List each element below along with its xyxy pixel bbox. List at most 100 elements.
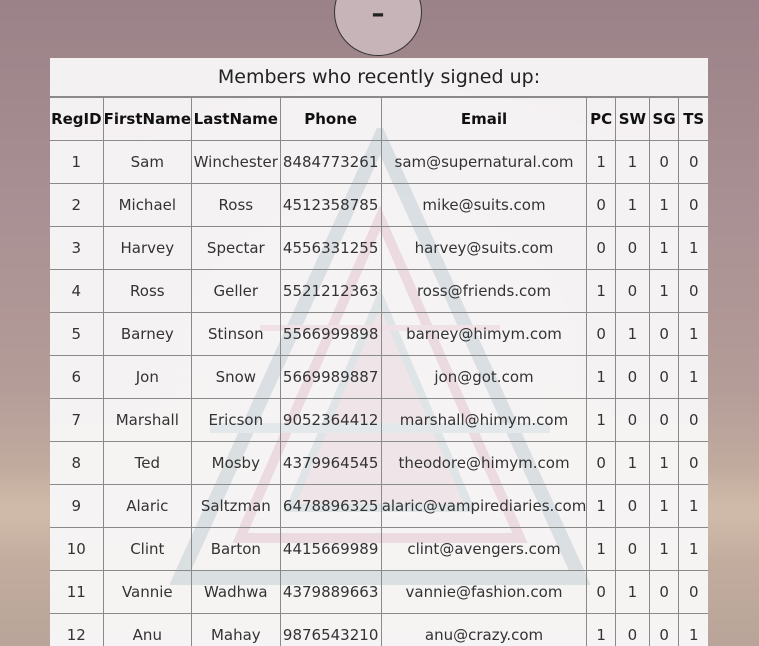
cell-sg: 1 [648, 183, 680, 227]
cell-sg: 1 [648, 484, 680, 528]
table-row: 5 Barney Stinson 5566999898 barney@himym.com… [50, 312, 708, 356]
cell-ts: 1 [678, 613, 708, 646]
collapse-button[interactable]: – [334, 0, 422, 56]
cell-phone: 6478896325 [279, 484, 382, 528]
cell-email: mike@suits.com [380, 183, 588, 227]
cell-firstname: Jon [102, 355, 193, 399]
cell-pc: 1 [586, 355, 616, 399]
table-row: 2 Michael Ross 4512358785 mike@suits.com 0 1 1 0 [50, 183, 708, 227]
cell-sw: 1 [615, 140, 650, 184]
cell-ts: 1 [678, 527, 708, 571]
cell-lastname: Barton [191, 527, 281, 571]
table-row: 8 Ted Mosby 4379964545 theodore@himym.com 0 1 1… [50, 441, 708, 485]
cell-regid: 1 [50, 140, 104, 184]
column-header-sg: SG [648, 97, 680, 141]
column-header-regid: RegID [50, 97, 104, 141]
cell-ts: 1 [678, 226, 708, 270]
column-header-pc: PC [586, 97, 616, 141]
cell-pc: 1 [586, 484, 616, 528]
cell-regid: 9 [50, 484, 104, 528]
cell-ts: 0 [678, 570, 708, 614]
cell-phone: 9052364412 [279, 398, 382, 442]
cell-regid: 8 [50, 441, 104, 485]
cell-ts: 0 [678, 140, 708, 184]
cell-lastname: Spectar [191, 226, 281, 270]
cell-sg: 1 [648, 226, 680, 270]
cell-sg: 1 [648, 269, 680, 313]
table-title: Members who recently signed up: [50, 58, 708, 97]
cell-sg: 0 [648, 570, 680, 614]
cell-ts: 0 [678, 398, 708, 442]
cell-email: barney@himym.com [380, 312, 588, 356]
cell-phone: 5521212363 [279, 269, 382, 313]
cell-phone: 4512358785 [279, 183, 382, 227]
cell-firstname: Clint [102, 527, 193, 571]
table-row: 11 Vannie Wadhwa 4379889663 vannie@fashion.c… [50, 570, 708, 614]
cell-firstname: Harvey [102, 226, 193, 270]
cell-lastname: Geller [191, 269, 281, 313]
column-header-sw: SW [615, 97, 650, 141]
cell-sw: 1 [615, 570, 650, 614]
cell-email: marshall@himym.com [380, 398, 588, 442]
cell-sg: 1 [648, 527, 680, 571]
table-row: 10 Clint Barton 4415669989 clint@avengers.co… [50, 527, 708, 571]
cell-sw: 1 [615, 441, 650, 485]
cell-phone: 9876543210 [279, 613, 382, 646]
cell-regid: 2 [50, 183, 104, 227]
cell-phone: 4415669989 [279, 527, 382, 571]
cell-email: sam@supernatural.com [380, 140, 588, 184]
cell-sw: 0 [615, 484, 650, 528]
cell-phone: 4379889663 [279, 570, 382, 614]
cell-sw: 0 [615, 398, 650, 442]
table-row: 9 Alaric Saltzman 6478896325 alaric@vampired… [50, 484, 708, 528]
cell-email: vannie@fashion.com [380, 570, 588, 614]
cell-pc: 0 [586, 226, 616, 270]
cell-ts: 1 [678, 355, 708, 399]
cell-ts: 0 [678, 269, 708, 313]
cell-lastname: Wadhwa [191, 570, 281, 614]
cell-pc: 1 [586, 398, 616, 442]
cell-lastname: Stinson [191, 312, 281, 356]
cell-pc: 1 [586, 269, 616, 313]
cell-firstname: Marshall [102, 398, 193, 442]
cell-phone: 5566999898 [279, 312, 382, 356]
cell-pc: 1 [586, 140, 616, 184]
cell-sw: 0 [615, 226, 650, 270]
cell-firstname: Vannie [102, 570, 193, 614]
cell-firstname: Michael [102, 183, 193, 227]
cell-email: ross@friends.com [380, 269, 588, 313]
table-row: 6 Jon Snow 5669989887 jon@got.com 1 0 0 1 [50, 355, 708, 399]
cell-sg: 0 [648, 613, 680, 646]
cell-regid: 12 [50, 613, 104, 646]
cell-email: harvey@suits.com [380, 226, 588, 270]
cell-ts: 1 [678, 484, 708, 528]
cell-sw: 1 [615, 183, 650, 227]
cell-email: jon@got.com [380, 355, 588, 399]
cell-email: clint@avengers.com [380, 527, 588, 571]
cell-lastname: Winchester [191, 140, 281, 184]
cell-pc: 1 [586, 613, 616, 646]
cell-firstname: Alaric [102, 484, 193, 528]
column-header-phone: Phone [279, 97, 382, 141]
cell-sw: 0 [615, 527, 650, 571]
cell-ts: 0 [678, 183, 708, 227]
cell-phone: 4379964545 [279, 441, 382, 485]
cell-lastname: Ross [191, 183, 281, 227]
table-row: 3 Harvey Spectar 4556331255 harvey@suits.com… [50, 226, 708, 270]
cell-pc: 0 [586, 570, 616, 614]
cell-sg: 0 [648, 355, 680, 399]
cell-regid: 11 [50, 570, 104, 614]
table-body: 1 Sam Winchester 8484773261 sam@supernatural… [50, 140, 708, 646]
table-row: 7 Marshall Ericson 9052364412 marshall@himym… [50, 398, 708, 442]
cell-ts: 0 [678, 441, 708, 485]
cell-sg: 1 [648, 441, 680, 485]
cell-phone: 5669989887 [279, 355, 382, 399]
cell-firstname: Barney [102, 312, 193, 356]
cell-regid: 10 [50, 527, 104, 571]
table-row: 12 Anu Mahay 9876543210 anu@crazy.com 1 0 0 1 [50, 613, 708, 646]
cell-sw: 0 [615, 269, 650, 313]
cell-phone: 8484773261 [279, 140, 382, 184]
cell-lastname: Mosby [191, 441, 281, 485]
cell-lastname: Snow [191, 355, 281, 399]
cell-pc: 0 [586, 183, 616, 227]
